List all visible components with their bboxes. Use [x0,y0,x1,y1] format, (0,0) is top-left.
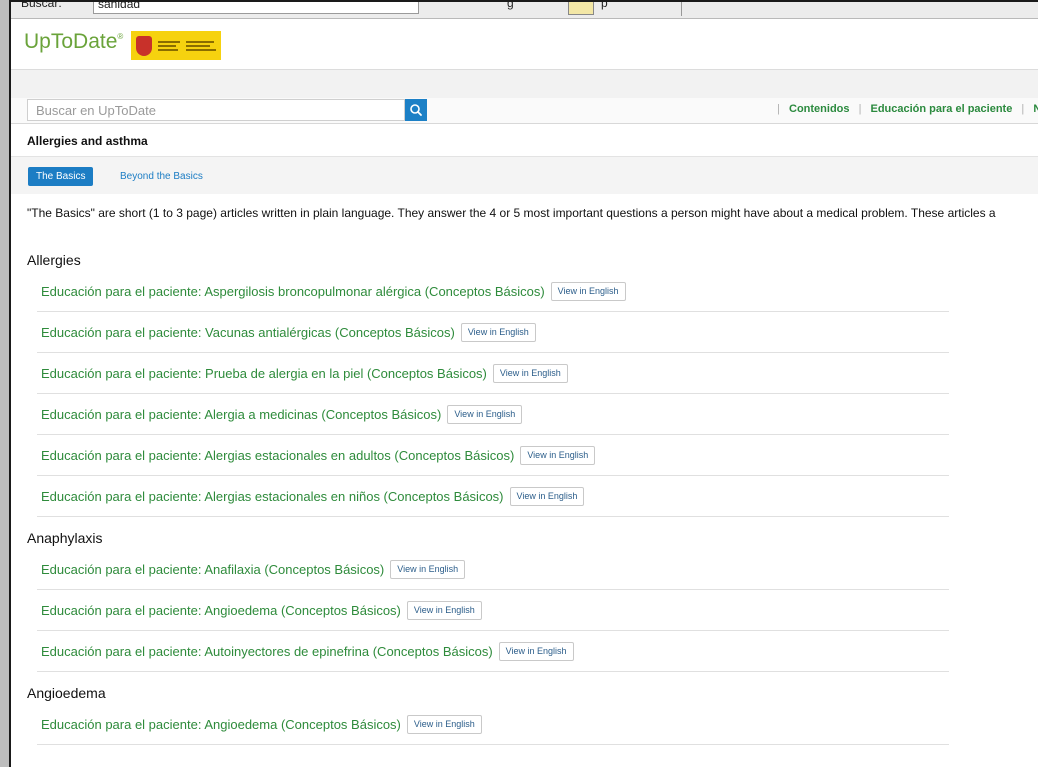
nav-novedades[interactable]: No [1033,103,1038,115]
highlight-icon[interactable] [568,2,594,15]
article-link[interactable]: Educación para el paciente: Vacunas anti… [41,325,455,340]
page-title-bar: Allergies and asthma [11,124,1038,157]
coat-of-arms-icon [136,35,152,56]
article-link[interactable]: Educación para el paciente: Alergias est… [41,448,514,463]
list-item: Educación para el paciente: Alergias est… [37,476,949,517]
list-item: Educación para el paciente: Alergias est… [37,435,949,476]
view-in-english-button[interactable]: View in English [492,363,568,383]
nav-educacion-paciente[interactable]: Educación para el paciente [871,103,1013,115]
logo-name: UpToDate [24,30,118,53]
nav-contenidos[interactable]: Contenidos [789,103,850,115]
article-link[interactable]: Educación para el paciente: Angioedema (… [41,717,401,732]
ministry-text-graphic [158,39,180,53]
toolbar-divider [681,2,682,16]
nav-divider: | [858,103,862,115]
top-nav: | Contenidos | Educación para el pacient… [771,103,1038,115]
article-link[interactable]: Educación para el paciente: Autoinyector… [41,644,493,659]
nav-divider: | [777,103,780,115]
page-title: Allergies and asthma [27,134,148,148]
list-item: Educación para el paciente: Anafilaxia (… [37,549,949,590]
search-bar: | Contenidos | Educación para el pacient… [11,98,1038,124]
section-heading: Anaphylaxis [27,530,103,546]
section-heading: Allergies [27,252,81,268]
browser-window: Buscar: sanidad g p UpToDate® | [9,0,1038,767]
view-in-english-button[interactable]: View in English [498,641,574,661]
site-header: UpToDate® [11,19,1038,69]
find-input[interactable]: sanidad [93,2,419,14]
article-link[interactable]: Educación para el paciente: Angioedema (… [41,603,401,618]
article-link[interactable]: Educación para el paciente: Anafilaxia (… [41,562,384,577]
toolbar-text-right: p [601,2,608,10]
find-label: Buscar: [21,2,62,10]
view-in-english-button[interactable]: View in English [509,486,585,506]
nav-divider: | [1021,103,1025,115]
ministry-text-graphic-2 [186,39,216,53]
article-link[interactable]: Educación para el paciente: Aspergilosis… [41,284,545,299]
registered-mark: ® [117,32,124,41]
section-angioedema: Angioedema Educación para el paciente: A… [11,682,1038,745]
view-in-english-button[interactable]: View in English [520,445,596,465]
search-icon [410,104,422,116]
section-heading: Angioedema [27,685,106,701]
tabs: The Basics Beyond the Basics [11,157,1038,194]
search-input[interactable] [27,99,405,121]
article-link[interactable]: Educación para el paciente: Prueba de al… [41,366,487,381]
list-item: Educación para el paciente: Aspergilosis… [37,271,949,312]
topic-list: Allergies Educación para el paciente: As… [11,249,1038,755]
section-allergies: Allergies Educación para el paciente: As… [11,249,1038,517]
view-in-english-button[interactable]: View in English [406,714,482,734]
header-band [11,69,1038,99]
list-item: Educación para el paciente: Angioedema (… [37,704,949,745]
list-item: Educación para el paciente: Alergia a me… [37,394,949,435]
view-in-english-button[interactable]: View in English [406,600,482,620]
intro-text: "The Basics" are short (1 to 3 page) art… [27,206,996,220]
tab-the-basics[interactable]: The Basics [28,167,94,186]
toolbar-text: g [507,2,514,10]
list-item: Educación para el paciente: Prueba de al… [37,353,949,394]
search-button[interactable] [405,99,427,121]
list-item: Educación para el paciente: Autoinyector… [37,631,949,672]
view-in-english-button[interactable]: View in English [460,322,536,342]
view-in-english-button[interactable]: View in English [550,281,626,301]
view-in-english-button[interactable]: View in English [447,404,523,424]
tab-beyond-the-basics[interactable]: Beyond the Basics [120,167,203,186]
view-in-english-button[interactable]: View in English [390,559,466,579]
article-link[interactable]: Educación para el paciente: Alergia a me… [41,407,441,422]
article-link[interactable]: Educación para el paciente: Alergias est… [41,489,504,504]
uptodate-logo[interactable]: UpToDate® [24,30,123,54]
ministry-logo [131,31,221,60]
list-item: Educación para el paciente: Vacunas anti… [37,312,949,353]
section-anaphylaxis: Anaphylaxis Educación para el paciente: … [11,527,1038,672]
browser-toolbar: Buscar: sanidad g p [11,2,1038,19]
list-item: Educación para el paciente: Angioedema (… [37,590,949,631]
